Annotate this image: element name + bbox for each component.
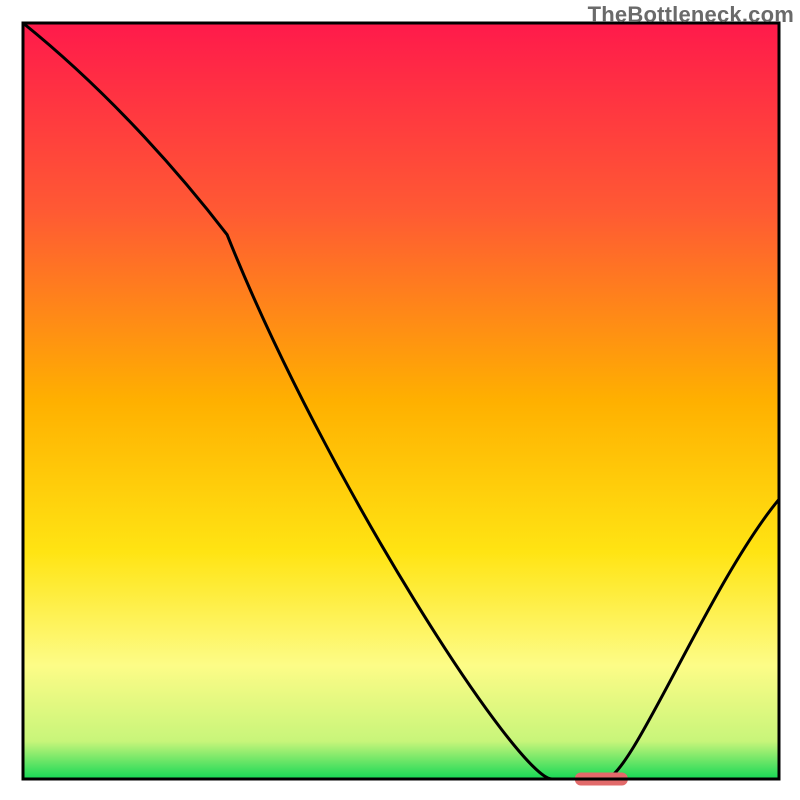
watermark-text: TheBottleneck.com [588,2,794,28]
chart-background-gradient [23,23,779,779]
bottleneck-chart [0,0,800,800]
chart-container: { "watermark": "TheBottleneck.com", "cha… [0,0,800,800]
